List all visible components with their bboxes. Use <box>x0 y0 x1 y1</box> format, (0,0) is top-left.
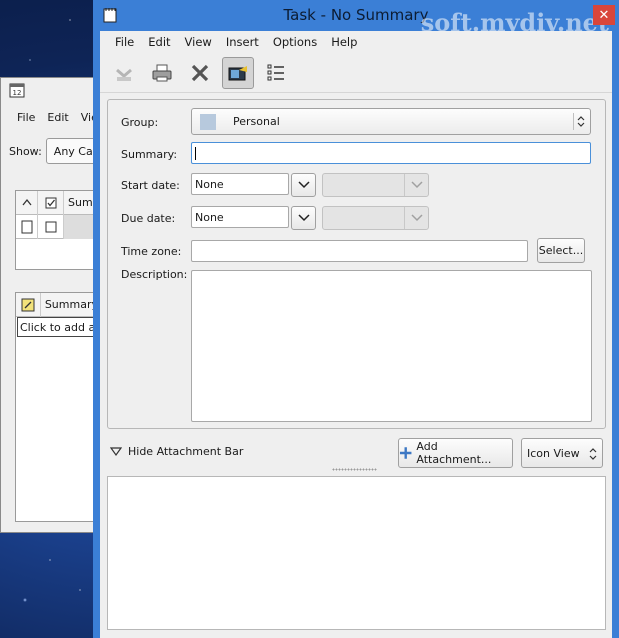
memo-list[interactable]: Summary Click to add a m <box>15 292 99 522</box>
start-time-combo[interactable] <box>322 173 429 197</box>
task-dialog: Task - No Summary soft.mydiv.net ✕ File … <box>93 0 619 638</box>
task-list-row[interactable] <box>16 214 98 239</box>
triangle-down-icon <box>110 446 122 456</box>
hide-attachment-bar-label: Hide Attachment Bar <box>128 445 244 458</box>
close-button[interactable]: ✕ <box>593 5 615 25</box>
due-time-combo[interactable] <box>322 206 429 230</box>
due-date-dropdown[interactable] <box>291 206 316 230</box>
memo-icon <box>16 292 41 317</box>
sort-icon[interactable] <box>16 190 38 215</box>
chevron-down-icon <box>404 174 428 196</box>
list-icon <box>267 64 284 80</box>
chevron-down-icon <box>297 214 310 222</box>
add-attachment-button[interactable]: Add Attachment... <box>398 438 513 468</box>
dialog-titlebar[interactable]: Task - No Summary soft.mydiv.net ✕ <box>93 0 619 37</box>
summary-column-header[interactable]: Sum <box>64 191 93 215</box>
group-value: Personal <box>233 115 280 128</box>
print-button[interactable] <box>146 57 178 89</box>
summary-input[interactable] <box>191 142 591 164</box>
menu-view[interactable]: View <box>178 35 219 49</box>
text-cursor <box>195 146 196 160</box>
background-menubar: File Edit Vie <box>17 111 98 124</box>
due-date-label: Due date: <box>121 212 176 225</box>
due-date-input[interactable]: None <box>191 206 289 228</box>
background-titlebar: 12 <box>1 78 99 102</box>
show-filter-value: Any Cat <box>53 144 98 158</box>
group-combo[interactable]: Personal <box>191 108 591 135</box>
group-color-swatch <box>200 113 216 130</box>
start-date-label: Start date: <box>121 179 180 192</box>
delete-icon <box>191 64 209 81</box>
due-date-value: None <box>195 210 224 224</box>
show-filter: Show: Any Cat <box>9 138 106 164</box>
description-label: Description: <box>121 268 188 281</box>
complete-column-icon[interactable] <box>38 190 64 215</box>
close-icon: ✕ <box>598 7 610 23</box>
dialog-toolbar <box>100 53 612 93</box>
task-list-header: Sum <box>16 190 98 215</box>
menu-insert[interactable]: Insert <box>219 35 266 49</box>
start-date-value: None <box>195 177 224 191</box>
chevron-down-icon <box>297 181 310 189</box>
hide-attachment-bar-toggle[interactable]: Hide Attachment Bar <box>110 445 243 458</box>
bg-menu-edit[interactable]: Edit <box>47 111 68 124</box>
task-icon <box>16 214 38 239</box>
pane-resize-grip[interactable] <box>332 468 377 471</box>
dialog-client: File Edit View Insert Options Help Group… <box>100 31 612 638</box>
delete-button[interactable] <box>184 57 216 89</box>
add-attachment-label: Add Attachment... <box>416 440 492 466</box>
view-mode-value: Icon View <box>527 446 580 460</box>
bg-menu-file[interactable]: File <box>17 111 35 124</box>
task-editor-panel: Group: Personal Summary: Start date: Non… <box>107 99 606 429</box>
menu-help[interactable]: Help <box>324 35 364 49</box>
dialog-menubar: File Edit View Insert Options Help <box>100 31 612 53</box>
summary-label: Summary: <box>121 148 178 161</box>
memo-list-header: Summary <box>16 292 98 317</box>
start-date-input[interactable]: None <box>191 173 289 195</box>
click-to-add-memo[interactable]: Click to add a m <box>17 317 97 337</box>
menu-edit[interactable]: Edit <box>141 35 177 49</box>
chevron-down-icon <box>404 207 428 229</box>
memo-summary-header[interactable]: Summary <box>41 293 98 317</box>
save-close-button[interactable] <box>108 57 140 89</box>
description-textarea[interactable] <box>191 270 592 422</box>
timezone-label: Time zone: <box>121 245 182 258</box>
attachment-area[interactable] <box>107 476 606 630</box>
menu-file[interactable]: File <box>108 35 141 49</box>
updown-icon <box>589 448 597 460</box>
task-list[interactable]: Sum <box>15 190 99 270</box>
print-icon <box>152 64 172 81</box>
svg-text:12: 12 <box>13 89 22 97</box>
timezone-select-button[interactable]: Select... <box>537 238 585 263</box>
task-checkbox[interactable] <box>38 214 64 239</box>
attachments-toggle-button[interactable] <box>222 56 254 89</box>
menu-options[interactable]: Options <box>266 35 324 49</box>
plus-icon <box>399 447 412 459</box>
description-toggle-button[interactable] <box>260 57 292 89</box>
attachments-icon <box>228 65 247 80</box>
group-label: Group: <box>121 116 159 129</box>
view-mode-combo[interactable]: Icon View <box>521 438 603 468</box>
calendar-icon: 12 <box>9 83 25 98</box>
start-date-dropdown[interactable] <box>291 173 316 197</box>
show-label: Show: <box>9 144 42 158</box>
timezone-input[interactable] <box>191 240 528 262</box>
save-icon <box>116 68 132 81</box>
background-window[interactable]: 12 File Edit Vie Show: Any Cat Sum Summa… <box>0 77 106 533</box>
updown-icon <box>573 113 587 130</box>
select-button-label: Select... <box>538 244 584 257</box>
